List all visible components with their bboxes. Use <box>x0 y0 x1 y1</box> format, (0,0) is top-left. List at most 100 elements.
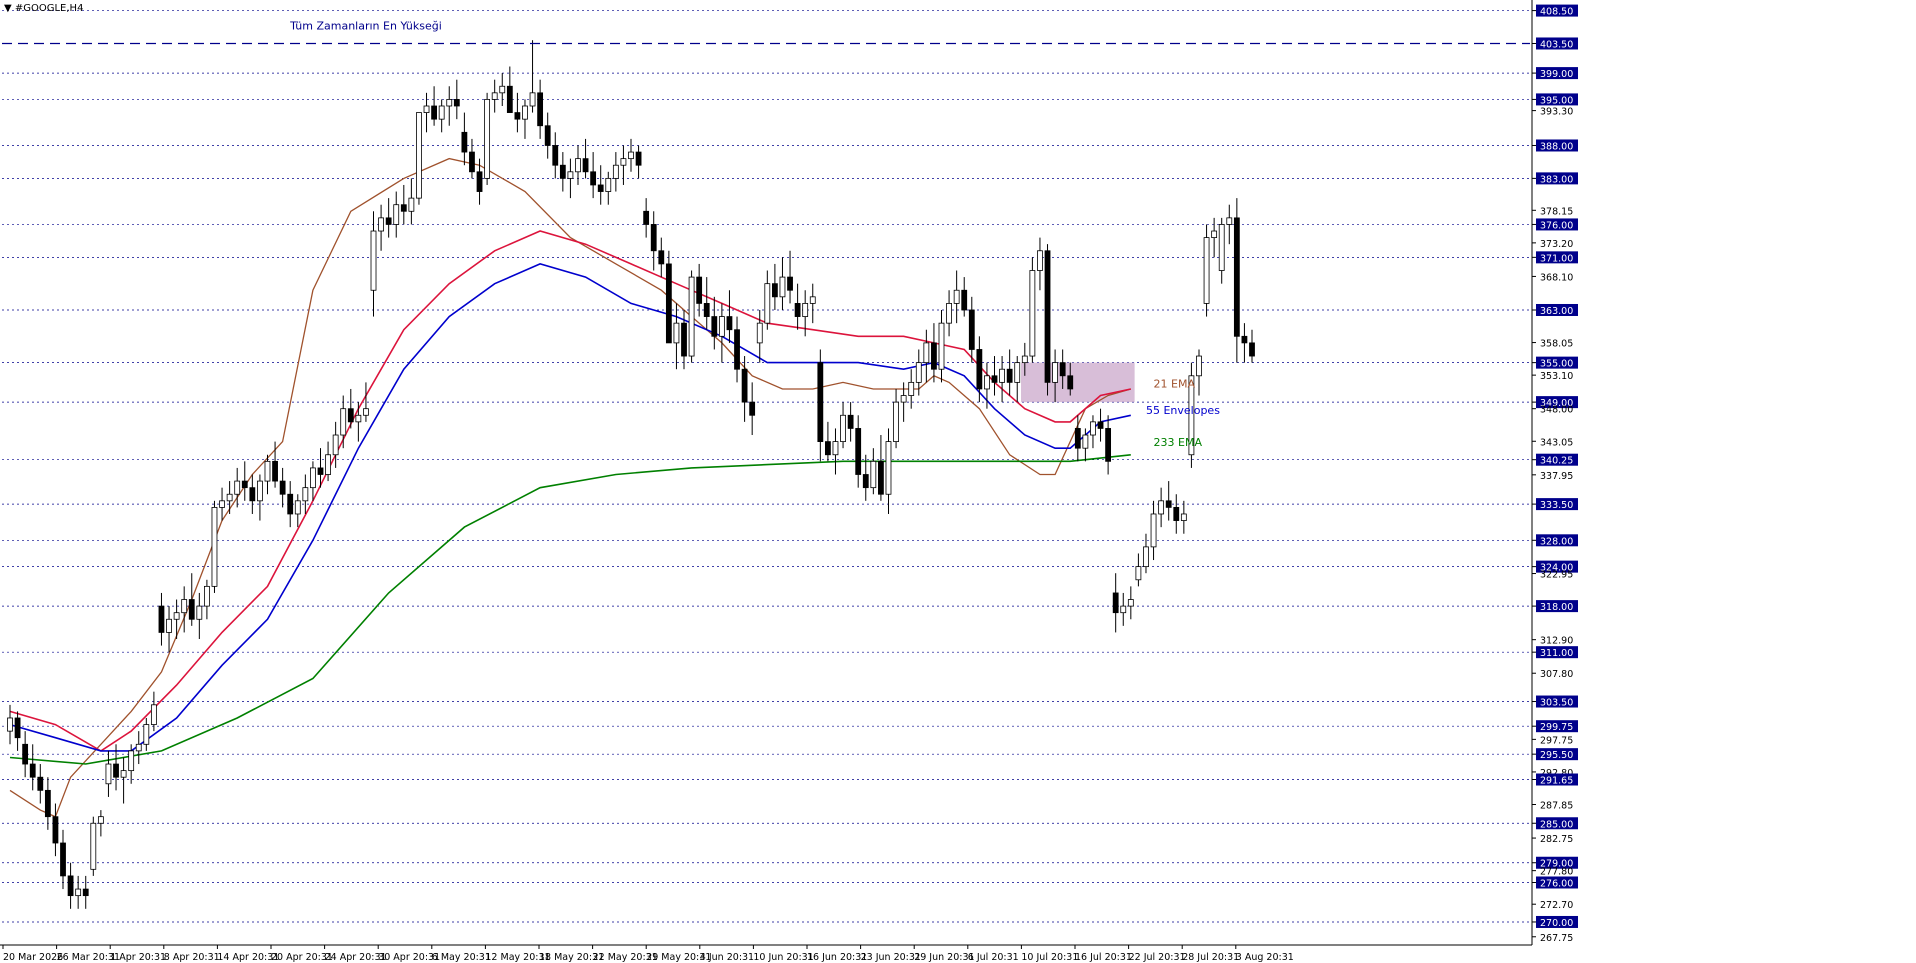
bull-candle <box>567 171 574 179</box>
ath-label: Tüm Zamanların En Yükseği <box>289 19 442 32</box>
bull-candle <box>870 460 877 489</box>
bear-candle <box>1097 421 1104 429</box>
bull-candle <box>438 105 445 120</box>
bear-candle <box>991 375 998 383</box>
bear-candle <box>67 875 74 897</box>
bear-candle <box>658 250 665 265</box>
bull-candle <box>1090 421 1096 436</box>
bull-candle <box>832 441 839 456</box>
bear-candle <box>476 171 483 192</box>
bear-candle <box>1074 428 1081 449</box>
time-tick-label: 10 Jun 20:31 <box>753 952 813 963</box>
price-tick-label: 285.00 <box>1540 819 1573 830</box>
bear-candle <box>52 816 59 844</box>
time-tick-label: 6 May 20:31 <box>432 952 491 963</box>
bear-candle <box>37 776 44 791</box>
bull-candle <box>1029 270 1036 357</box>
bull-candle <box>226 493 233 502</box>
price-tick-label: 270.00 <box>1540 918 1573 929</box>
bull-candle <box>908 381 915 396</box>
bear-candle <box>862 474 869 489</box>
bull-candle <box>264 460 271 482</box>
bear-candle <box>1067 375 1074 390</box>
chart-window: Tüm Zamanların En Yükseği 21 EMA 55 Enve… <box>0 0 1916 963</box>
bear-candle <box>681 322 687 357</box>
bull-candle <box>181 599 188 614</box>
bear-candle <box>794 303 801 317</box>
price-tick-label: 287.85 <box>1540 801 1573 812</box>
bull-candle <box>923 342 930 364</box>
bull-candle <box>234 480 241 495</box>
bull-candle <box>1203 237 1210 304</box>
chart-background <box>0 0 1916 963</box>
bear-candle <box>931 342 937 370</box>
bear-candle <box>431 105 437 120</box>
bear-candle <box>1006 368 1013 383</box>
bear-candle <box>976 349 983 390</box>
bull-candle <box>893 401 899 442</box>
bear-candle <box>60 842 66 877</box>
bear-candle <box>597 184 604 192</box>
bull-candle <box>423 105 430 113</box>
bear-candle <box>469 151 475 173</box>
bear-candle <box>665 263 672 344</box>
bull-candle <box>491 92 498 100</box>
envelope-label: 55 Envelopes <box>1146 404 1220 417</box>
time-tick-label: 29 Jun 20:31 <box>914 952 974 963</box>
ema233-label: 233 EMA <box>1154 436 1203 449</box>
bear-candle <box>726 316 733 331</box>
bull-candle <box>340 408 347 436</box>
bull-candle <box>1127 599 1134 607</box>
bull-candle <box>764 283 771 324</box>
bear-candle <box>711 316 718 337</box>
bull-candle <box>135 743 142 752</box>
price-tick-label: 395.00 <box>1540 95 1573 106</box>
bear-candle <box>968 309 975 350</box>
bear-candle <box>650 224 657 252</box>
bull-candle <box>363 408 369 416</box>
bear-candle <box>825 441 831 456</box>
price-tick-label: 343.05 <box>1540 437 1573 448</box>
bull-candle <box>938 322 945 370</box>
bull-candle <box>802 303 809 317</box>
bull-candle <box>7 717 13 732</box>
time-tick-label: 10 Jul 20:31 <box>1021 952 1078 963</box>
price-tick-label: 393.30 <box>1540 107 1573 118</box>
price-tick-label: 282.75 <box>1540 834 1573 845</box>
price-tick-label: 291.65 <box>1540 776 1573 787</box>
bull-candle <box>302 487 309 502</box>
bear-candle <box>1241 335 1248 344</box>
bear-candle <box>1249 342 1255 357</box>
bull-candle <box>612 164 619 179</box>
bull-candle <box>1180 513 1187 521</box>
bear-candle <box>703 303 710 317</box>
bull-candle <box>143 724 150 745</box>
bear-candle <box>590 171 597 186</box>
bear-candle <box>461 131 468 153</box>
ema21-label: 21 EMA <box>1154 378 1196 391</box>
bull-candle <box>105 763 112 785</box>
bull-candle <box>900 395 907 403</box>
bear-candle <box>734 329 740 370</box>
time-tick-label: 28 Jul 20:31 <box>1182 952 1239 963</box>
bear-candle <box>188 599 195 620</box>
price-tick-label: 333.50 <box>1540 500 1573 511</box>
bull-candle <box>75 888 82 897</box>
price-tick-label: 272.70 <box>1540 900 1573 911</box>
price-tick-label: 408.50 <box>1540 7 1573 18</box>
symbol-label: ▼ #GOOGLE,H4 <box>4 3 84 14</box>
bear-candle <box>279 480 286 495</box>
bear-candle <box>537 92 544 127</box>
bull-candle <box>1120 605 1127 614</box>
bear-candle <box>241 480 248 489</box>
bull-candle <box>1082 434 1089 449</box>
price-tick-label: 318.00 <box>1540 602 1573 613</box>
price-tick-label: 371.00 <box>1540 253 1573 264</box>
bull-candle <box>605 177 612 192</box>
bear-candle <box>287 493 294 515</box>
bull-candle <box>718 316 725 337</box>
bull-candle <box>446 99 453 107</box>
bull-candle <box>393 204 400 225</box>
bear-candle <box>771 283 778 298</box>
bull-candle <box>166 618 172 633</box>
